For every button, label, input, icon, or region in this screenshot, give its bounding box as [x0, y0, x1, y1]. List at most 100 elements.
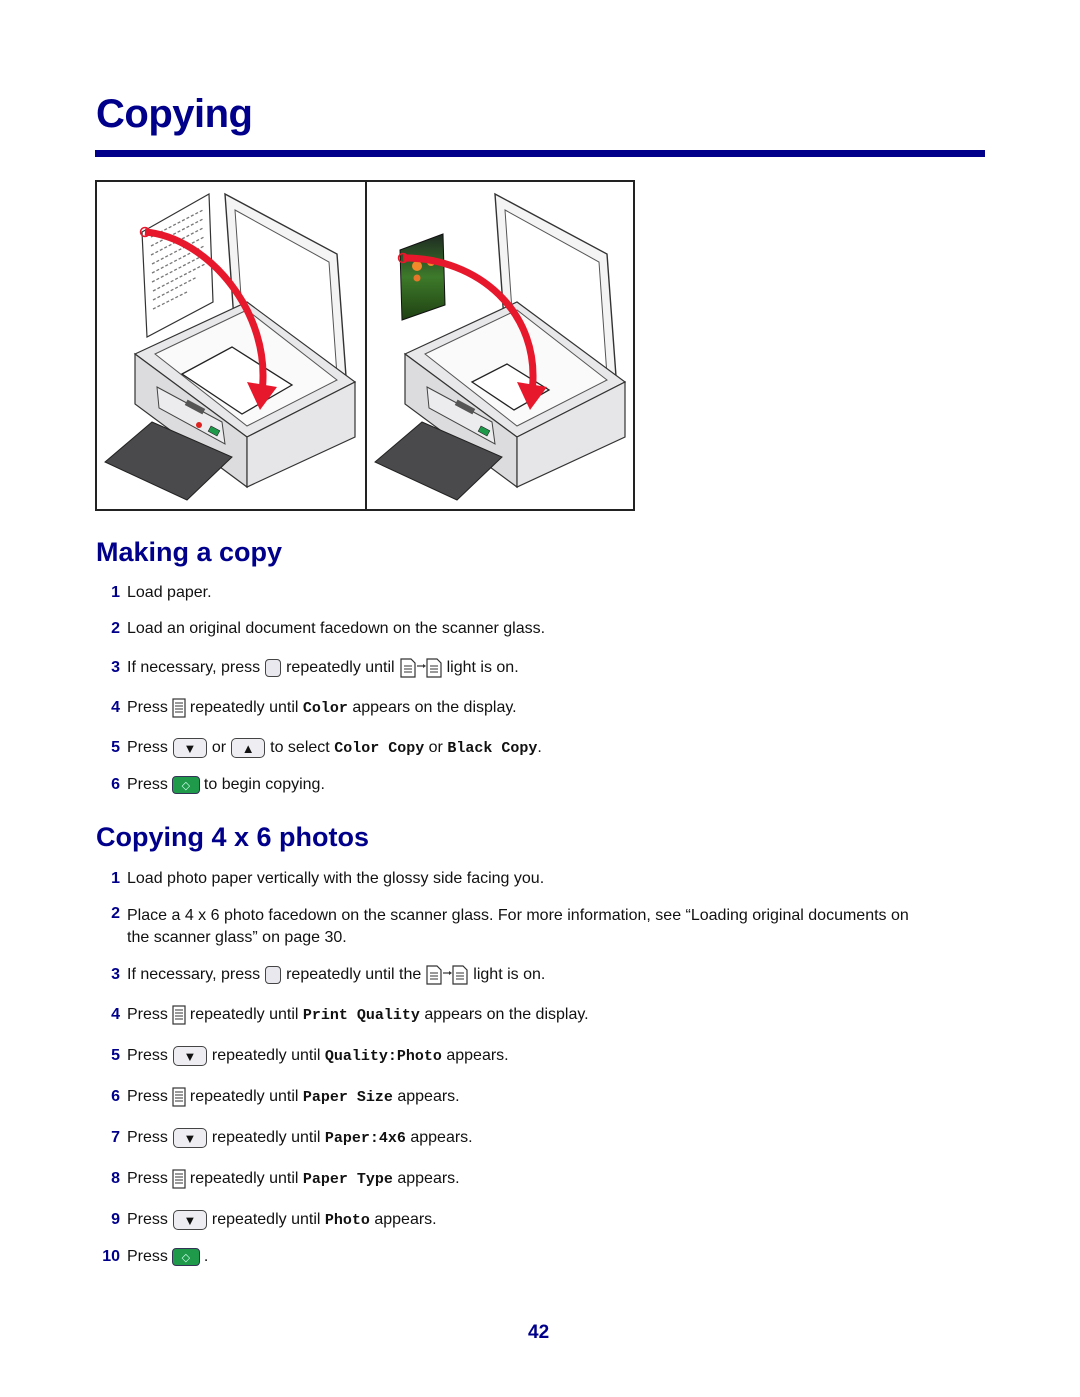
step-text: Press: [127, 1170, 168, 1187]
step-number: 5: [111, 739, 120, 756]
copy-mode-button-icon: [265, 659, 282, 677]
step: 6 Press ◇ to begin copying.: [96, 776, 325, 794]
step-number: 2: [111, 620, 120, 637]
step-text: Press: [127, 776, 168, 793]
down-arrow-button-icon: ▼: [172, 738, 207, 758]
step: 1 Load paper.: [96, 584, 212, 602]
step-number: 3: [111, 966, 120, 983]
up-arrow-button-icon: ▲: [231, 738, 266, 758]
step-text: Press: [127, 1129, 168, 1146]
printer-with-photo-svg: [374, 192, 627, 501]
step-text: .: [537, 739, 542, 756]
step-number: 4: [111, 699, 120, 716]
document-copy-illustration: [97, 182, 365, 509]
step-text: repeatedly until: [211, 1047, 321, 1064]
step-number: 2: [111, 905, 120, 922]
step-number: 6: [111, 776, 120, 793]
step-number: 7: [111, 1129, 120, 1146]
step-text: appears.: [410, 1129, 473, 1146]
step-number: 3: [111, 659, 120, 676]
step-text: repeatedly until: [211, 1211, 321, 1228]
title-rule: [95, 150, 985, 157]
step: 3 If necessary, press repeatedly until l…: [96, 658, 519, 678]
step-text-block: Place a 4 x 6 photo facedown on the scan…: [127, 905, 909, 949]
step-text: Load photo paper vertically with the glo…: [127, 870, 545, 887]
photo-icon: [399, 233, 446, 321]
step-text: Press: [127, 739, 168, 756]
step-text: Load paper.: [127, 584, 212, 601]
down-arrow-button-icon: ▼: [172, 1128, 207, 1148]
step-number: 5: [111, 1047, 120, 1064]
copy-light-icon: [426, 965, 468, 985]
page-number: 42: [528, 1322, 550, 1343]
step: 6 Press repeatedly until Paper Size appe…: [96, 1087, 460, 1107]
step-text: repeatedly until: [189, 1170, 299, 1187]
display-text: Paper:4x6: [324, 1129, 406, 1147]
step-text: appears.: [397, 1088, 460, 1105]
printer-with-document-svg: [104, 192, 357, 501]
step-number: 6: [111, 1088, 120, 1105]
menu-button-icon: [172, 1169, 186, 1189]
menu-button-icon: [172, 1005, 186, 1025]
down-arrow-button-icon: ▼: [172, 1046, 207, 1066]
step-text: appears on the display.: [424, 1006, 589, 1023]
page-title: Copying: [96, 92, 253, 136]
step-text: repeatedly until: [189, 1088, 299, 1105]
display-text: Black Copy: [447, 739, 538, 757]
step: 2 Load an original document facedown on …: [96, 620, 545, 638]
step-text: .: [203, 1248, 209, 1265]
start-button-icon: ◇: [171, 1248, 200, 1266]
step-number: 9: [111, 1211, 120, 1228]
step-text: Load an original document facedown on th…: [127, 620, 546, 637]
copy-light-icon: [400, 658, 442, 678]
down-arrow-button-icon: ▼: [172, 1210, 207, 1230]
step-text: Press: [127, 1088, 168, 1105]
step: 5 Press ▼ repeatedly until Quality:Photo…: [96, 1046, 509, 1066]
display-text: Print Quality: [302, 1006, 420, 1024]
step-text: appears on the display.: [352, 699, 517, 716]
step-text: or: [428, 739, 443, 756]
menu-button-icon: [172, 1087, 186, 1107]
step-text: Place a 4 x 6 photo facedown on the scan…: [127, 907, 909, 924]
step: 9 Press ▼ repeatedly until Photo appears…: [96, 1210, 437, 1230]
step: 7 Press ▼ repeatedly until Paper:4x6 app…: [96, 1128, 473, 1148]
photo-copy-illustration: [367, 182, 635, 509]
step-text: Press: [127, 1047, 168, 1064]
step-text: appears.: [446, 1047, 509, 1064]
step-text: Press: [127, 1211, 168, 1228]
step-number: 8: [111, 1170, 120, 1187]
copying-illustration: [95, 180, 635, 511]
section-heading-making-a-copy: Making a copy: [96, 537, 283, 567]
step: 10 Press ◇.: [96, 1248, 208, 1266]
step-number: 1: [111, 584, 120, 601]
step-number: 10: [102, 1248, 120, 1265]
step: 1 Load photo paper vertically with the g…: [96, 870, 544, 888]
step-text: repeatedly until: [189, 699, 299, 716]
display-text: Paper Type: [302, 1170, 393, 1188]
display-text: Photo: [324, 1211, 370, 1229]
display-text: Paper Size: [302, 1088, 393, 1106]
menu-button-icon: [172, 698, 186, 718]
step-text: appears.: [397, 1170, 460, 1187]
step-text: to select: [270, 739, 330, 756]
section-heading-copying-photos: Copying 4 x 6 photos: [96, 822, 370, 852]
step: 5 Press ▼ or ▲ to select Color Copy or B…: [96, 738, 542, 758]
step-text: appears.: [374, 1211, 437, 1228]
step-text: Press: [127, 699, 168, 716]
step: 2 Place a 4 x 6 photo facedown on the sc…: [96, 905, 909, 949]
step: 4 Press repeatedly until Color appears o…: [96, 698, 517, 718]
step-text: repeatedly until: [286, 659, 395, 676]
step-text: Press: [127, 1006, 168, 1023]
step-text: the scanner glass” on page 30.: [127, 929, 347, 946]
step-text: Press: [127, 1248, 168, 1265]
step-text: to begin copying.: [203, 776, 325, 793]
step-number: 1: [111, 870, 120, 887]
step-text: If necessary, press: [127, 659, 261, 676]
start-button-icon: ◇: [171, 776, 200, 794]
copy-mode-button-icon: [265, 966, 282, 984]
step: 4 Press repeatedly until Print Quality a…: [96, 1005, 589, 1025]
step-text: If necessary, press: [127, 966, 261, 983]
step-text: light is on.: [446, 659, 519, 676]
step: 8 Press repeatedly until Paper Type appe…: [96, 1169, 460, 1189]
step-text: or: [211, 739, 227, 756]
